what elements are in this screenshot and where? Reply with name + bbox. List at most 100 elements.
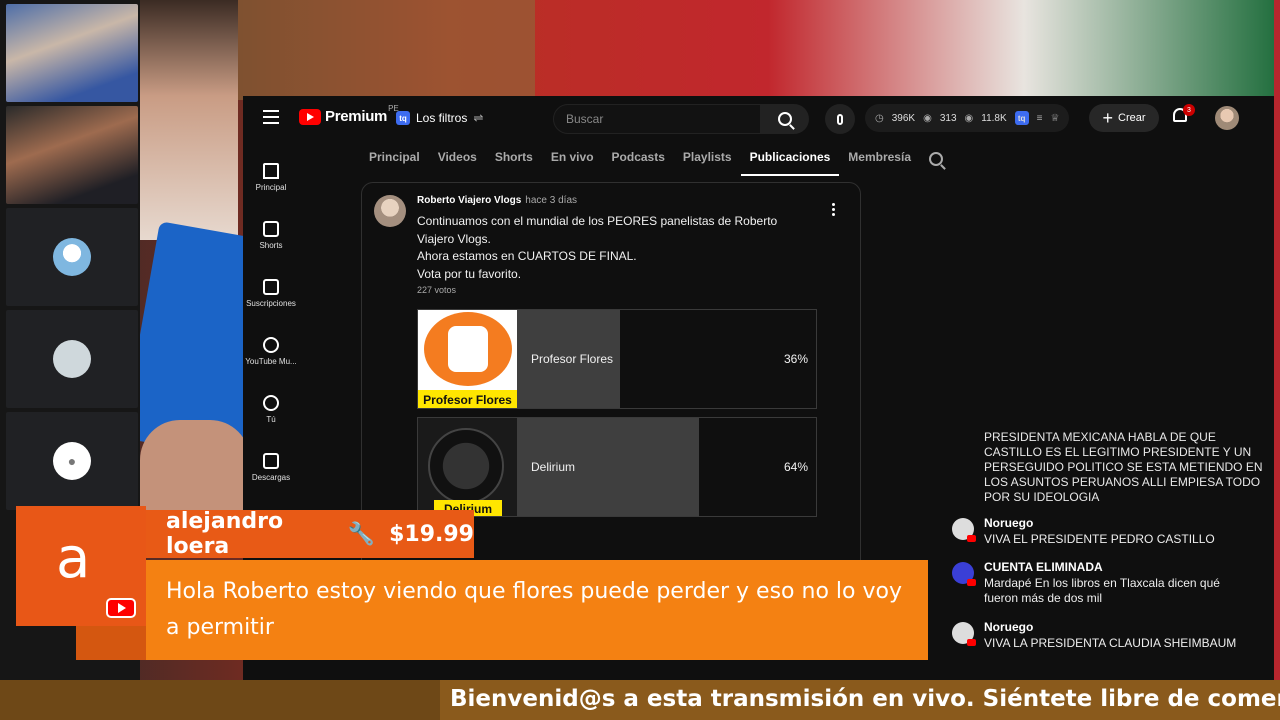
superchat-shadow bbox=[76, 626, 156, 660]
extension-icon[interactable]: tq bbox=[1014, 111, 1029, 125]
chat-author: Noruego bbox=[984, 516, 1034, 530]
bottom-ticker: Bienvenid@s a esta transmisión en vivo. … bbox=[0, 680, 1280, 720]
chat-text: Mardapé En los libros en Tlaxcala dicen … bbox=[984, 576, 1220, 605]
superchat-avatar: a bbox=[16, 506, 146, 626]
option-name: Delirium bbox=[531, 460, 576, 474]
option-percent: 36% bbox=[783, 352, 808, 366]
tab-shorts[interactable]: Shorts bbox=[486, 148, 542, 176]
chat-avatar bbox=[952, 518, 976, 542]
youtube-badge-icon bbox=[967, 535, 976, 542]
menu-icon[interactable] bbox=[263, 110, 279, 124]
post-time[interactable]: hace 3 días bbox=[525, 195, 577, 206]
create-label: Crear bbox=[1118, 112, 1146, 124]
mic-icon bbox=[837, 113, 843, 125]
thumbnail-label: Profesor Flores bbox=[418, 390, 517, 408]
stream-scene: ● Premium PE tq Los filtros ⇌ Buscar ◷ 39… bbox=[0, 0, 1280, 720]
ticker-text: Bienvenid@s a esta transmisión en vivo. … bbox=[450, 686, 1280, 712]
sidebar-item-tu[interactable]: Tú bbox=[243, 380, 299, 438]
avatar bbox=[53, 340, 91, 378]
superchat-name: alejandro loera bbox=[166, 509, 284, 559]
emblem-graphic bbox=[424, 312, 512, 386]
post-header: Roberto Viajero Vlogs hace 3 días bbox=[417, 195, 577, 206]
participant-video-1 bbox=[6, 4, 138, 102]
sidebar-label: YouTube Mu... bbox=[245, 356, 297, 366]
sidebar-label: Tú bbox=[266, 414, 276, 424]
youtube-badge-icon bbox=[967, 579, 976, 586]
logo-text: Premium bbox=[325, 108, 388, 125]
tune-icon: ⇌ bbox=[473, 111, 484, 125]
poll-option-2[interactable]: Delirium Delirium 64% bbox=[417, 417, 817, 517]
post-text: Continuamos con el mundial de los PEORES… bbox=[417, 214, 778, 281]
chat-avatar bbox=[952, 562, 976, 586]
eye-icon: ◉ bbox=[923, 112, 932, 124]
tab-podcasts[interactable]: Podcasts bbox=[603, 148, 674, 176]
participant-tile-4 bbox=[6, 310, 138, 408]
avatar-letter: a bbox=[56, 526, 91, 591]
option-name: Profesor Flores bbox=[531, 352, 614, 366]
trophy-icon[interactable]: ♕ bbox=[1050, 113, 1059, 124]
author-avatar[interactable] bbox=[374, 195, 406, 227]
option-percent: 64% bbox=[783, 460, 808, 474]
superchat-amount: $19.99 bbox=[389, 521, 474, 547]
sidebar-label: Descargas bbox=[251, 472, 291, 482]
avatar bbox=[53, 238, 91, 276]
plus-icon: + bbox=[1102, 108, 1113, 128]
background-edge bbox=[1274, 0, 1280, 720]
option-thumbnail: Profesor Flores bbox=[418, 310, 517, 408]
chat-text: VIVA EL PRESIDENTE PEDRO CASTILLO bbox=[984, 532, 1215, 546]
vote-count: 227 votos bbox=[417, 285, 457, 295]
shorts-icon bbox=[263, 220, 279, 237]
youtube-sidebar: Principal Shorts Suscripciones YouTube M… bbox=[243, 148, 299, 496]
notification-badge: 3 bbox=[1183, 104, 1195, 116]
youtube-logo[interactable]: Premium PE bbox=[299, 104, 399, 125]
sidebar-item-shorts[interactable]: Shorts bbox=[243, 206, 299, 264]
tab-en-vivo[interactable]: En vivo bbox=[542, 148, 603, 176]
user-icon bbox=[263, 394, 279, 411]
create-button[interactable]: + Crear bbox=[1089, 104, 1159, 132]
extension-icon: tq bbox=[396, 111, 410, 125]
participant-tile-5: ● bbox=[6, 412, 138, 510]
avatar-graphic bbox=[428, 428, 504, 504]
list-icon[interactable]: ≡ bbox=[1037, 113, 1043, 124]
sidebar-label: Shorts bbox=[259, 240, 283, 250]
background-person bbox=[138, 0, 238, 240]
tab-playlists[interactable]: Playlists bbox=[674, 148, 741, 176]
sidebar-item-suscripciones[interactable]: Suscripciones bbox=[243, 264, 299, 322]
chat-author: CUENTA ELIMINADA bbox=[984, 560, 1103, 574]
youtube-music-icon bbox=[263, 336, 279, 353]
sidebar-item-principal[interactable]: Principal bbox=[243, 148, 299, 206]
tab-publicaciones[interactable]: Publicaciones bbox=[740, 148, 840, 176]
search-input[interactable]: Buscar bbox=[553, 104, 761, 134]
chat-message-truncated: PRESIDENTA MEXICANA HABLA DE QUE CASTILL… bbox=[984, 430, 1263, 504]
tab-videos[interactable]: Videos bbox=[429, 148, 486, 176]
filters-extension[interactable]: tq Los filtros ⇌ bbox=[396, 106, 483, 130]
ticker-left-panel bbox=[0, 680, 440, 720]
account-avatar[interactable] bbox=[1215, 106, 1239, 130]
sidebar-item-music[interactable]: YouTube Mu... bbox=[243, 322, 299, 380]
tab-principal[interactable]: Principal bbox=[360, 148, 429, 176]
search-button[interactable] bbox=[761, 104, 809, 134]
home-icon bbox=[263, 162, 279, 179]
watching-count: 313 bbox=[939, 112, 957, 124]
subscriptions-icon bbox=[263, 278, 279, 295]
more-options-icon[interactable] bbox=[832, 203, 836, 217]
superchat-alert: a alejandro loera 🔧 $19.99 Hola Roberto … bbox=[16, 506, 928, 666]
avatar: ● bbox=[53, 442, 91, 480]
youtube-header: Premium PE tq Los filtros ⇌ Buscar ◷ 396K… bbox=[243, 96, 1274, 140]
channel-tabs: Principal Videos Shorts En vivo Podcasts… bbox=[360, 148, 920, 178]
eye-icon: ◉ bbox=[964, 112, 974, 124]
sidebar-item-descargas[interactable]: Descargas bbox=[243, 438, 299, 496]
live-chat-overlay: PRESIDENTA MEXICANA HABLA DE QUE CASTILL… bbox=[944, 428, 1274, 678]
chat-author: Noruego bbox=[984, 620, 1034, 634]
channel-search-icon[interactable] bbox=[929, 152, 943, 166]
participant-tile-3 bbox=[6, 208, 138, 306]
youtube-badge-icon bbox=[967, 639, 976, 646]
background-flag bbox=[235, 0, 535, 100]
youtube-logo-icon bbox=[106, 598, 136, 618]
tab-membresia[interactable]: Membresía bbox=[839, 148, 920, 176]
author-name[interactable]: Roberto Viajero Vlogs bbox=[417, 195, 521, 206]
notifications-button[interactable]: 3 bbox=[1173, 104, 1195, 126]
poll-option-1[interactable]: Profesor Flores Profesor Flores 36% bbox=[417, 309, 817, 409]
filters-label: Los filtros bbox=[416, 111, 468, 125]
voice-search-button[interactable] bbox=[825, 104, 855, 134]
